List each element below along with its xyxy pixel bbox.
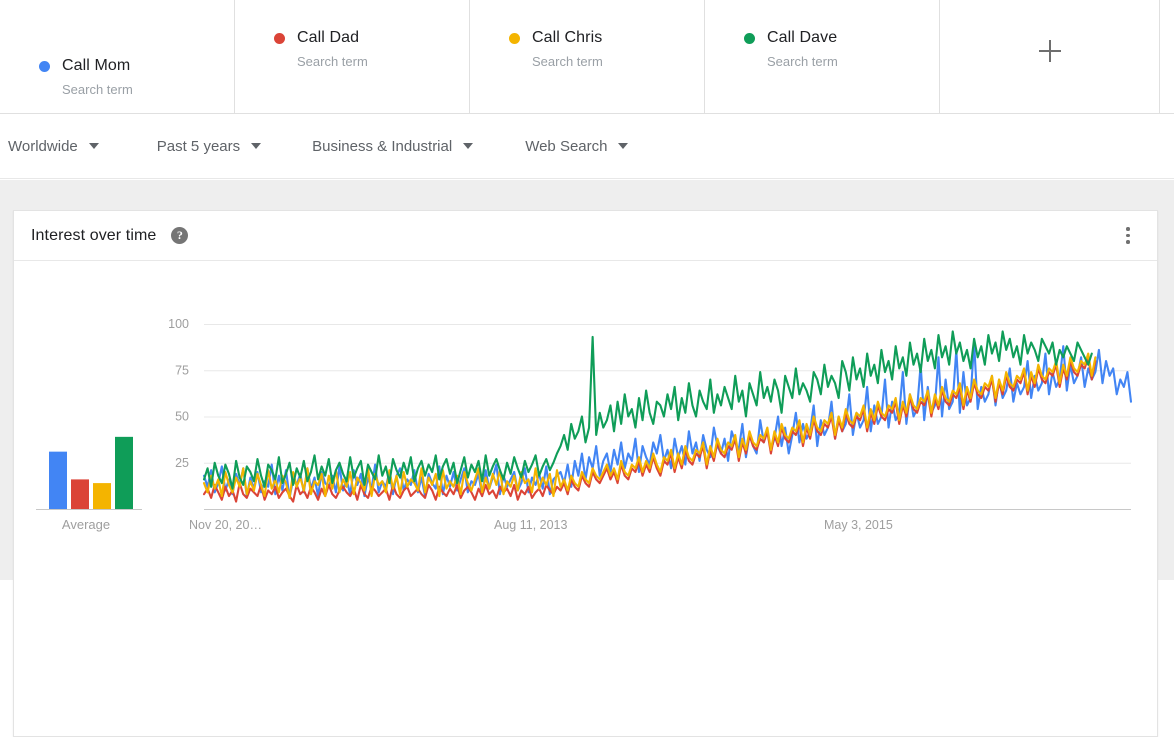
average-bar-call-chris[interactable] [93,483,111,509]
average-axis-label: Average [62,517,110,532]
search-terms-bar: Call Mom Search term Call Dad Search ter… [0,0,1174,114]
card-header: Interest over time ? [14,211,1157,261]
interest-over-time-chart[interactable]: Average 25 50 75 100 Nov 20, 20… Aug 11, 2013 M… [14,261,1157,737]
y-axis-tick-label: 75 [175,363,189,377]
term-label: Call Mom [62,56,130,76]
average-bar-call-dad[interactable] [71,479,89,509]
page-title: Interest over time [31,227,156,245]
term-card-2[interactable]: Call Chris Search term [470,0,705,113]
term-head-2: Call Chris [509,28,704,48]
term-card-1[interactable]: Call Dad Search term [235,0,470,113]
term-head-0: Call Mom [39,56,234,76]
plus-icon[interactable] [1030,31,1070,71]
chevron-down-icon [618,143,628,149]
filter-search-type[interactable]: Web Search [525,126,628,166]
filter-category[interactable]: Business & Industrial [312,126,473,166]
term-color-dot-icon [744,33,755,44]
more-vert-icon[interactable] [1116,224,1140,248]
chevron-down-icon [251,143,261,149]
term-color-dot-icon [274,33,285,44]
term-sublabel: Search term [62,82,234,98]
term-card-0[interactable]: Call Mom Search term [0,0,235,113]
term-label: Call Dave [767,28,837,48]
x-axis-tick-label: May 3, 2015 [824,518,893,532]
filter-time-range-label: Past 5 years [157,138,240,155]
term-head-1: Call Dad [274,28,469,48]
chevron-down-icon [463,143,473,149]
filter-search-type-label: Web Search [525,138,607,155]
filter-category-label: Business & Industrial [312,138,452,155]
kebab-dot [1126,240,1130,244]
page-body: Interest over time ? Average 25 50 75 100 Nov… [0,180,1174,580]
term-card-3[interactable]: Call Dave Search term [705,0,940,113]
kebab-dot [1126,234,1130,238]
add-comparison-cell[interactable] [940,0,1160,113]
filter-bar: Worldwide Past 5 years Business & Indust… [0,114,1174,179]
term-color-dot-icon [509,33,520,44]
interest-over-time-card: Interest over time ? Average 25 50 75 100 Nov… [13,210,1158,737]
term-color-dot-icon [39,61,50,72]
filter-location[interactable]: Worldwide [8,126,99,166]
y-axis-tick-label: 100 [168,317,189,331]
series-line-call-chris[interactable] [204,354,1095,498]
help-icon[interactable]: ? [171,227,188,244]
average-bar-call-mom[interactable] [49,452,67,509]
term-sublabel: Search term [767,54,939,70]
kebab-dot [1126,227,1130,231]
average-bar-call-dave[interactable] [115,437,133,509]
term-label: Call Dad [297,28,359,48]
chart-body: Average 25 50 75 100 Nov 20, 20… Aug 11, 2013 M… [14,261,1157,737]
term-head-3: Call Dave [744,28,939,48]
term-sublabel: Search term [297,54,469,70]
terms-bar-tail [1160,0,1174,113]
chevron-down-icon [89,143,99,149]
term-label: Call Chris [532,28,602,48]
x-axis-tick-label: Nov 20, 20… [189,518,262,532]
x-axis-tick-label: Aug 11, 2013 [494,518,567,532]
term-sublabel: Search term [532,54,704,70]
filter-location-label: Worldwide [8,138,78,155]
y-axis-tick-label: 50 [175,410,189,424]
filter-time-range[interactable]: Past 5 years [157,126,261,166]
y-axis-tick-label: 25 [175,456,189,470]
